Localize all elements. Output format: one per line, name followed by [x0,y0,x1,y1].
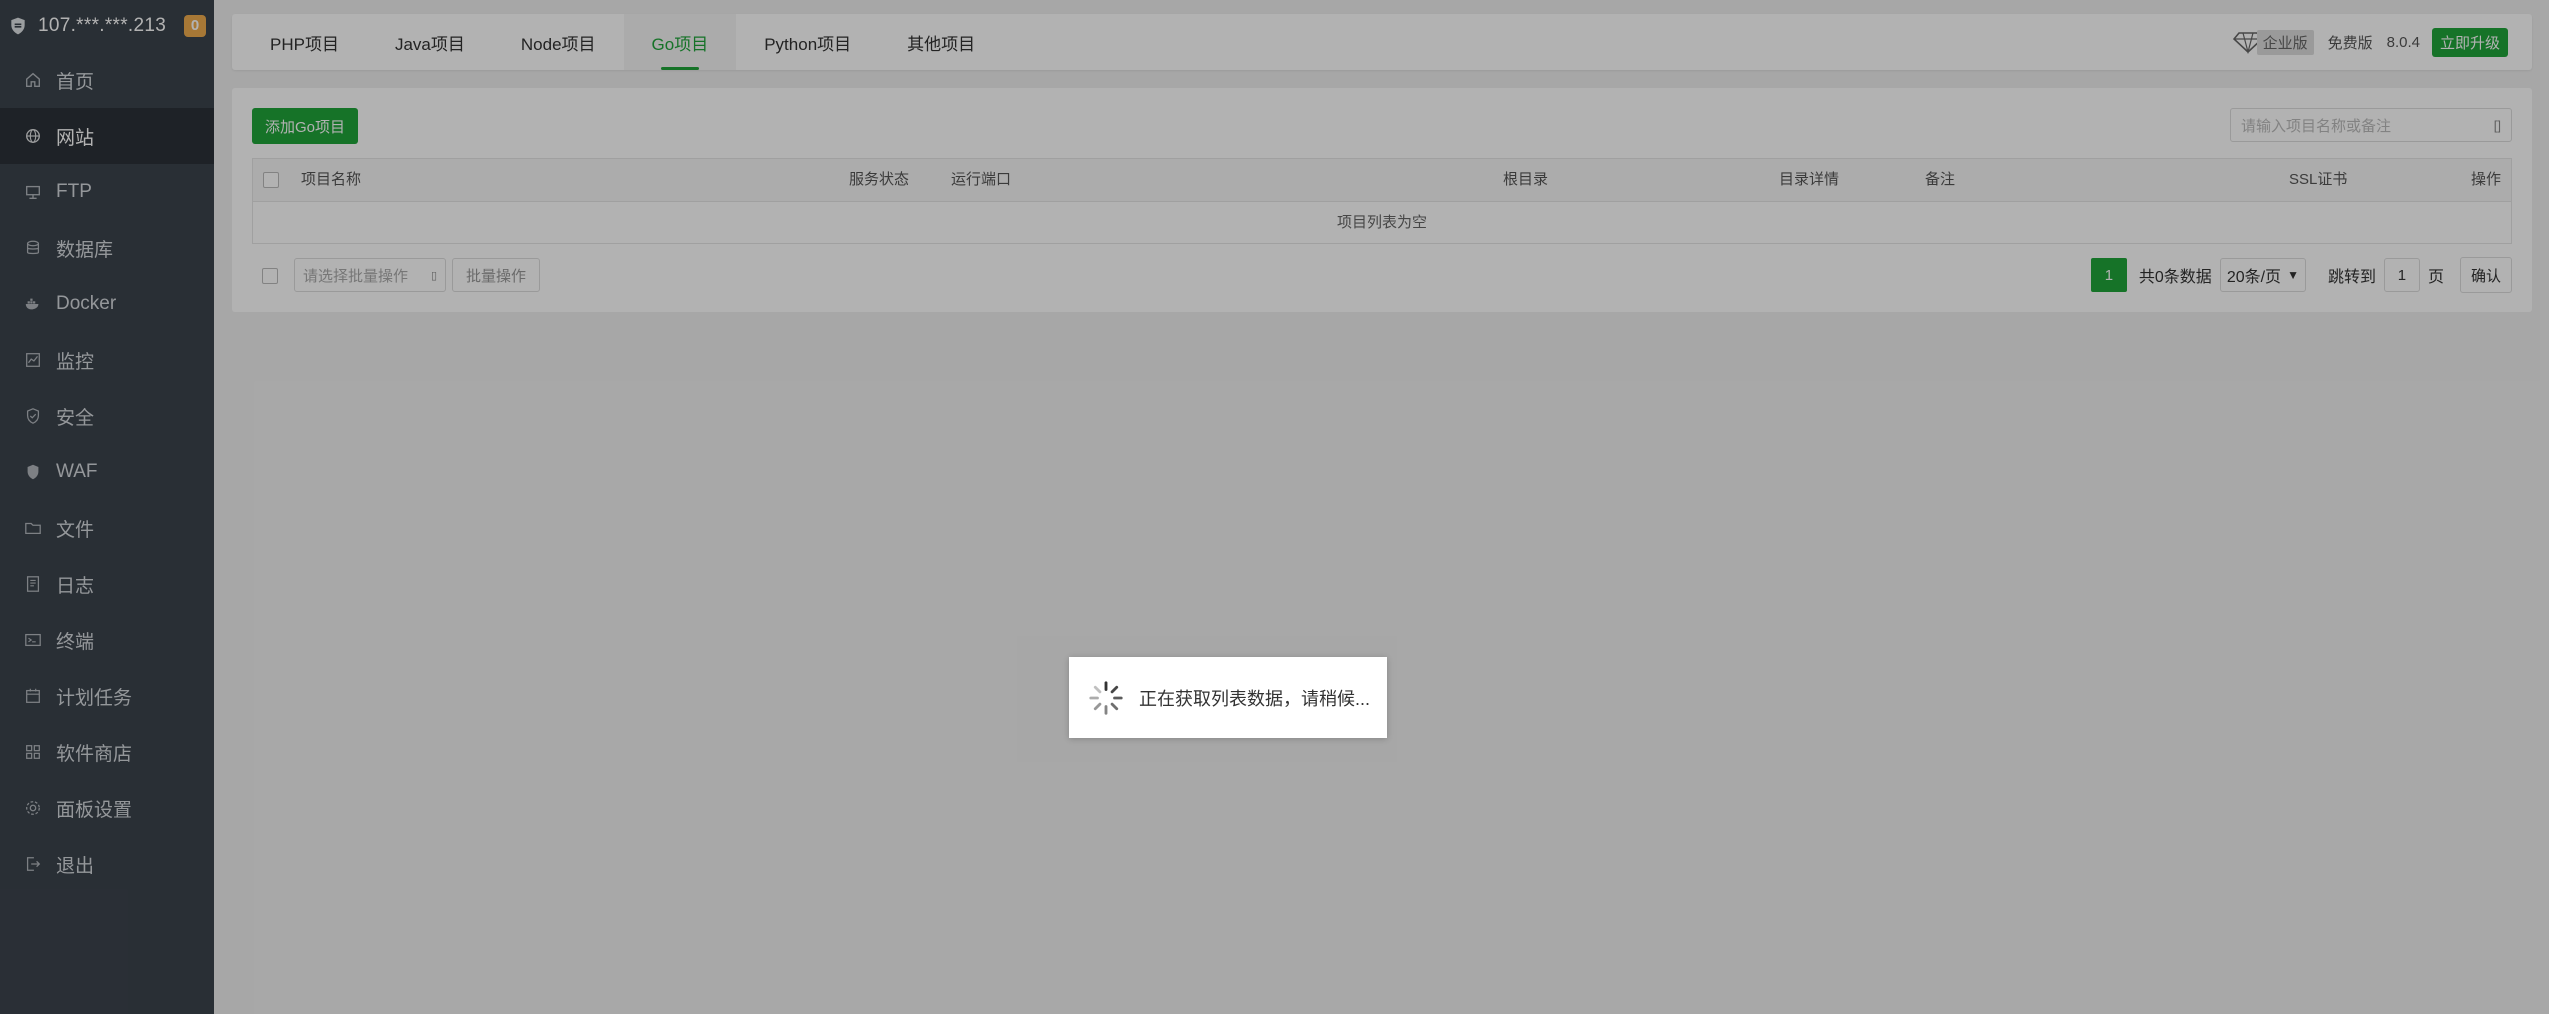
loading-overlay [0,0,2549,1014]
loading-text: 正在获取列表数据，请稍候... [1139,688,1371,709]
loading-dialog: 正在获取列表数据，请稍候... [1069,657,1387,738]
loading-spinner-icon [1089,680,1123,715]
